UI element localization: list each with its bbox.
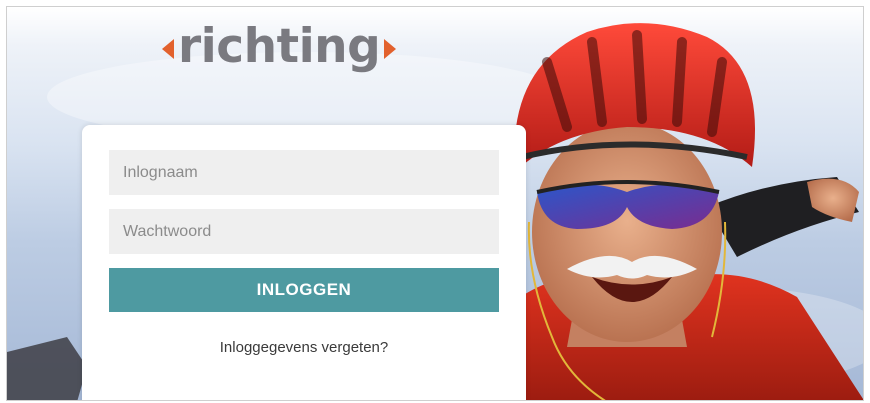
login-button[interactable]: INLOGGEN	[109, 268, 499, 312]
login-page: richting INLOGGEN Inloggegevens vergeten…	[0, 0, 870, 403]
logo-right-arrow-icon	[384, 39, 397, 59]
login-card: INLOGGEN Inloggegevens vergeten?	[82, 125, 526, 400]
logo-left-arrow-icon	[162, 39, 174, 59]
hero-background: richting INLOGGEN Inloggegevens vergeten…	[6, 6, 864, 401]
username-input[interactable]	[109, 150, 499, 195]
logo-text: richting	[178, 18, 381, 74]
logo: richting	[162, 17, 397, 75]
password-input[interactable]	[109, 209, 499, 254]
forgot-credentials-link[interactable]: Inloggegevens vergeten?	[82, 339, 526, 356]
